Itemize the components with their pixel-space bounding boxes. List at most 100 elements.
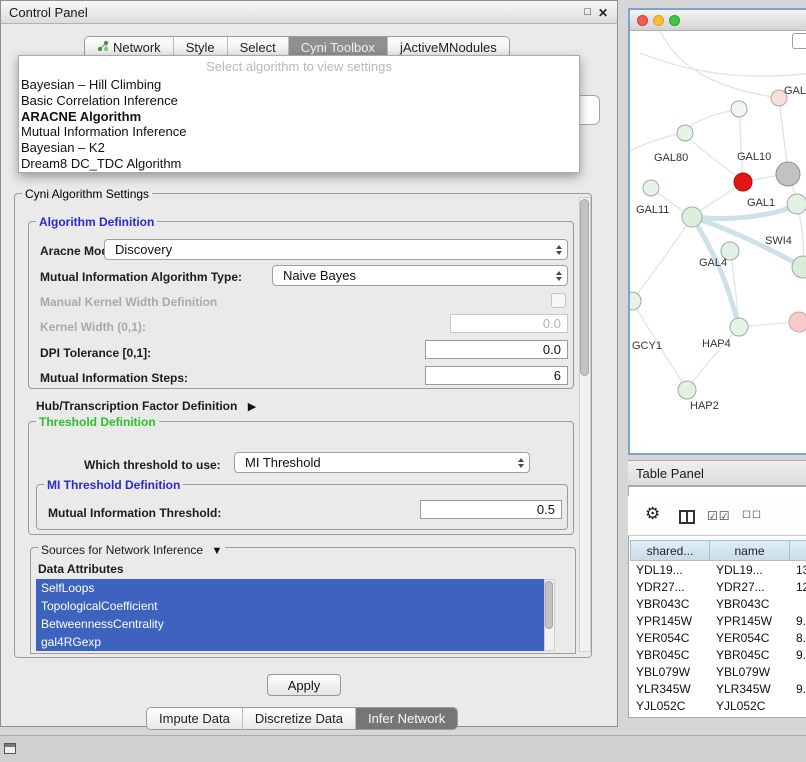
column-header-name[interactable]: name [710,540,790,561]
table-row[interactable]: YBR045C YBR045C 9. [630,647,806,664]
settings-scrollbar[interactable] [579,197,591,652]
network-node-red [734,173,752,191]
node-label: GAL4 [699,257,727,269]
algorithm-dropdown-popup: Select algorithm to view settings Bayesi… [18,55,580,173]
tab-select-label: Select [240,40,276,55]
table-row[interactable]: YLR345W YLR345W 9. [630,681,806,698]
manual-kernel-checkbox[interactable] [551,293,566,308]
network-window-titlebar[interactable] [630,10,806,31]
table-cell: YDR27... [630,579,710,596]
zoom-icon[interactable] [669,15,680,26]
tab-impute-data-label: Impute Data [159,711,230,726]
kernel-width-input[interactable] [450,314,568,333]
table-panel-titlebar[interactable]: Table Panel [628,460,806,486]
mi-threshold-title: MI Threshold Definition [44,478,183,492]
columns-icon[interactable] [679,510,695,524]
tab-jactivemnodules-label: jActiveMNodules [400,40,497,55]
menu-item-mutual-information[interactable]: Mutual Information Inference [19,124,579,140]
table-row[interactable]: YBL079W YBL079W [630,664,806,681]
table-cell [790,596,806,613]
table-row[interactable]: YBR043C YBR043C [630,596,806,613]
dpi-tolerance-input[interactable] [425,340,568,359]
menu-item-bayesian-hill-climbing[interactable]: Bayesian – Hill Climbing [19,77,579,93]
table-cell: YER054C [630,630,710,647]
tab-cyni-toolbox-label: Cyni Toolbox [301,40,375,55]
network-node [678,381,696,399]
list-item[interactable]: gal4RGexp [36,633,544,651]
gear-icon[interactable]: ⚙ [645,504,660,524]
table-row[interactable]: YDL19... YDL19... 13 [630,562,806,579]
menu-item-dream8[interactable]: Dream8 DC_TDC Algorithm [19,156,579,172]
network-canvas[interactable]: GAL80 GAL10 GAL11 GAL1 SWI4 GAL4 GCY1 HA… [630,31,806,453]
manual-kernel-label: Manual Kernel Width Definition [40,295,217,309]
tab-impute-data[interactable]: Impute Data [147,708,242,729]
sources-title: Sources for Network Inference [41,543,203,557]
table-cell: YDR27... [710,579,790,596]
select-all-icon[interactable]: ☑☑ [707,509,731,523]
which-threshold-value: MI Threshold [245,455,321,470]
table-cell: YLR345W [630,681,710,698]
which-threshold-dropdown[interactable]: MI Threshold [234,452,530,473]
attributes-list-scrollbar[interactable] [544,579,555,651]
settings-scrollbar-thumb[interactable] [580,199,589,376]
table-cell: YLR345W [710,681,790,698]
hub-definition-toggle[interactable]: Hub/Transcription Factor Definition ▶ [36,397,256,415]
control-panel-titlebar[interactable]: Control Panel □ ✕ [0,0,618,24]
table-cell: 8. [790,630,806,647]
hub-definition-label: Hub/Transcription Factor Definition [36,399,237,413]
network-node-gray [776,162,800,186]
network-node [682,207,702,227]
attributes-list-scrollbar-thumb[interactable] [545,581,553,629]
list-item[interactable]: BetweennessCentrality [36,615,544,633]
list-item[interactable]: SelfLoops [36,579,544,597]
tab-discretize-data[interactable]: Discretize Data [242,708,355,729]
apply-button[interactable]: Apply [267,674,341,696]
mi-type-dropdown[interactable]: Naive Bayes [272,265,568,286]
menu-item-aracne[interactable]: ARACNE Algorithm [19,109,579,125]
node-label: HAP4 [702,338,731,350]
column-header-shared[interactable]: shared... [630,540,710,561]
table-cell: YBR045C [710,647,790,664]
close-icon[interactable] [637,15,648,26]
column-header-partial[interactable] [790,540,806,561]
combo-arrows-icon [551,271,567,281]
table-cell: YBR045C [630,647,710,664]
node-label: GAL1 [747,197,775,209]
menu-item-basic-correlation[interactable]: Basic Correlation Inference [19,93,579,109]
network-node [630,292,641,310]
node-label: GAL [784,85,806,97]
network-node-pink [789,312,806,332]
node-label: SWI4 [765,235,792,247]
minimized-panel-icon[interactable] [4,743,16,754]
list-item[interactable]: TopologicalCoefficient [36,597,544,615]
tab-infer-network-label: Infer Network [368,711,445,726]
float-window-icon[interactable]: □ [584,6,591,18]
node-label: GAL11 [636,204,669,216]
table-cell: YBR043C [710,596,790,613]
node-label: GAL10 [737,151,771,163]
algorithm-popup-prompt: Select algorithm to view settings [19,56,579,77]
table-cell: YER054C [710,630,790,647]
aracne-mode-dropdown[interactable]: Discovery [104,239,568,260]
menu-item-bayesian-k2[interactable]: Bayesian – K2 [19,140,579,156]
data-attributes-list: SelfLoops TopologicalCoefficient Between… [36,579,544,651]
tab-network-label: Network [113,40,161,55]
table-row[interactable]: YDR27... YDR27... 12 [630,579,806,596]
birdseye-toggle[interactable] [792,33,806,49]
sources-toggle[interactable]: Sources for Network Inference ▼ [38,541,225,559]
network-icon [97,40,109,55]
table-row[interactable]: YJL052C YJL052C [630,698,806,715]
mi-type-value: Naive Bayes [283,268,356,283]
tab-infer-network[interactable]: Infer Network [355,708,457,729]
table-row[interactable]: YPR145W YPR145W 9. [630,613,806,630]
node-label: GAL80 [654,152,688,164]
table-panel-title: Table Panel [636,466,704,481]
mi-steps-input[interactable] [425,366,568,385]
mi-threshold-label: Mutual Information Threshold: [48,506,221,520]
deselect-all-icon[interactable]: ☐☐ [742,510,762,521]
minimize-icon[interactable] [653,15,664,26]
table-row[interactable]: YER054C YER054C 8. [630,630,806,647]
bottom-dock-strip [0,735,806,762]
mi-threshold-input[interactable] [420,500,562,519]
close-icon[interactable]: ✕ [598,6,608,20]
